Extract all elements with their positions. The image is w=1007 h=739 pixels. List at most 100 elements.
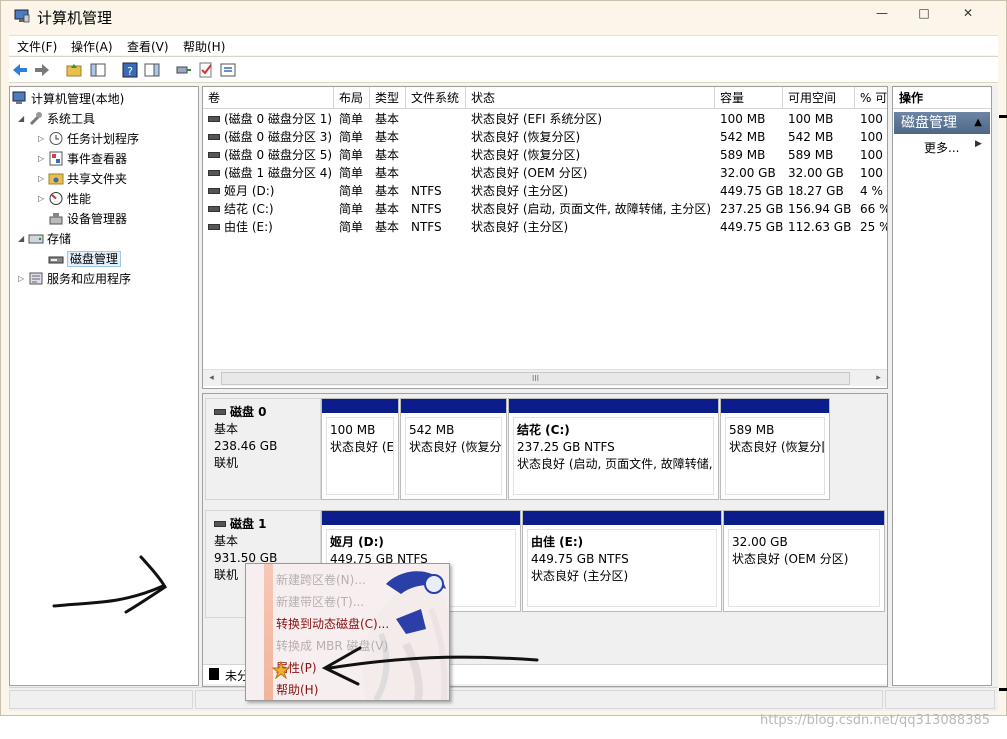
table-row[interactable]: 姬月 (D:) 简单 基本 NTFS 状态良好 (主分区) 449.75 GB … bbox=[203, 182, 887, 200]
collapse-arrow-icon[interactable]: ▷ bbox=[18, 270, 28, 288]
column-header-capacity[interactable]: 容量 bbox=[715, 87, 783, 109]
close-button[interactable]: ✕ bbox=[946, 3, 990, 25]
menu-new-striped-volume[interactable]: 新建带区卷(T)... bbox=[276, 593, 364, 610]
partition-block[interactable]: 结花 (C:) 237.25 GB NTFS 状态良好 (启动, 页面文件, 故… bbox=[508, 398, 719, 500]
partition-status: 状态良好 (主分区) bbox=[531, 569, 629, 583]
partition-bar bbox=[322, 399, 398, 413]
drive-icon bbox=[208, 134, 220, 140]
column-header-free-space[interactable]: 可用空间 bbox=[783, 87, 855, 109]
table-row[interactable]: (磁盘 0 磁盘分区 5) 简单 基本 状态良好 (恢复分区) 589 MB 5… bbox=[203, 146, 887, 164]
drive-icon bbox=[208, 188, 220, 194]
minimize-button[interactable]: — bbox=[860, 3, 904, 25]
tree-item-disk-management[interactable]: 磁盘管理 bbox=[48, 250, 122, 268]
filesystem-cell: NTFS bbox=[411, 220, 442, 234]
scroll-right-icon[interactable]: ▸ bbox=[870, 370, 887, 387]
capacity-cell: 32.00 GB bbox=[720, 166, 776, 180]
partition-name: 姬月 (D:) bbox=[330, 535, 384, 549]
partition-block[interactable]: 589 MB 状态良好 (恢复分[ bbox=[720, 398, 830, 500]
column-header-layout[interactable]: 布局 bbox=[334, 87, 370, 109]
collapse-arrow-icon[interactable]: ▷ bbox=[38, 170, 48, 188]
submenu-arrow-icon[interactable]: ▶ bbox=[975, 139, 982, 149]
type-cell: 基本 bbox=[375, 112, 400, 126]
expand-arrow-icon[interactable]: ◢ bbox=[18, 230, 28, 248]
up-folder-icon[interactable] bbox=[65, 61, 83, 79]
tree-item-services-apps[interactable]: ▷ 服务和应用程序 bbox=[18, 270, 131, 288]
tree-item-event-viewer[interactable]: ▷ 事件查看器 bbox=[38, 150, 127, 168]
table-row[interactable]: 结花 (C:) 简单 基本 NTFS 状态良好 (启动, 页面文件, 故障转储,… bbox=[203, 200, 887, 218]
scroll-left-icon[interactable]: ◂ bbox=[203, 370, 220, 387]
filesystem-cell: NTFS bbox=[411, 184, 442, 198]
title-bar[interactable]: 计算机管理 — □ ✕ bbox=[1, 1, 1006, 33]
help-icon[interactable]: ? bbox=[121, 61, 139, 79]
show-hide-tree-icon[interactable] bbox=[89, 61, 107, 79]
tree-item-shared-folders[interactable]: ▷ 共享文件夹 bbox=[38, 170, 127, 188]
partition-block[interactable]: 542 MB 状态良好 (恢复分 bbox=[400, 398, 507, 500]
expand-arrow-icon[interactable]: ◢ bbox=[18, 110, 28, 128]
menu-view[interactable]: 查看(V) bbox=[127, 38, 169, 55]
collapse-arrow-icon[interactable]: ▷ bbox=[38, 130, 48, 148]
table-row[interactable]: (磁盘 0 磁盘分区 3) 简单 基本 状态良好 (恢复分区) 542 MB 5… bbox=[203, 128, 887, 146]
percent-free-cell: 100 bbox=[860, 112, 883, 126]
column-header-type[interactable]: 类型 bbox=[370, 87, 406, 109]
computer-management-window: 计算机管理 — □ ✕ 文件(F) 操作(A) 查看(V) 帮助(H) ? 计算… bbox=[0, 0, 1007, 716]
partition-block[interactable]: 由佳 (E:) 449.75 GB NTFS 状态良好 (主分区) bbox=[522, 510, 722, 612]
column-header-filesystem[interactable]: 文件系统 bbox=[406, 87, 466, 109]
tree-item-device-manager[interactable]: 设备管理器 bbox=[48, 210, 127, 228]
table-row[interactable]: 由佳 (E:) 简单 基本 NTFS 状态良好 (主分区) 449.75 GB … bbox=[203, 218, 887, 236]
menu-action[interactable]: 操作(A) bbox=[71, 38, 113, 55]
list-view-icon[interactable] bbox=[219, 61, 237, 79]
filesystem-cell bbox=[406, 110, 466, 128]
drive-icon bbox=[208, 152, 220, 158]
horizontal-scrollbar[interactable]: ◂ III ▸ bbox=[203, 369, 887, 386]
tree-label: 服务和应用程序 bbox=[47, 272, 132, 286]
drive-icon bbox=[208, 224, 220, 230]
partition-bar bbox=[523, 511, 721, 525]
collapse-triangle-icon[interactable]: ▲ bbox=[974, 112, 982, 134]
free-space-cell: 100 MB bbox=[788, 112, 834, 126]
tree-item-system-tools[interactable]: ◢ 系统工具 bbox=[18, 110, 95, 128]
check-icon[interactable] bbox=[197, 61, 215, 79]
actions-section-disk-management[interactable]: 磁盘管理 ▲ bbox=[894, 112, 990, 134]
connect-icon[interactable] bbox=[175, 61, 193, 79]
menu-help[interactable]: 帮助(H) bbox=[183, 38, 225, 55]
volume-name-cell: (磁盘 0 磁盘分区 1) bbox=[203, 110, 334, 128]
maximize-button[interactable]: □ bbox=[902, 3, 946, 25]
disk-0-label[interactable]: 磁盘 0 基本 238.46 GB 联机 bbox=[205, 398, 321, 500]
partition-name: 结花 (C:) bbox=[517, 423, 570, 437]
tree-label: 性能 bbox=[67, 192, 92, 206]
forward-arrow-icon[interactable] bbox=[33, 61, 51, 79]
tree-item-task-scheduler[interactable]: ▷ 任务计划程序 bbox=[38, 130, 139, 148]
menu-convert-dynamic-disk[interactable]: 转换到动态磁盘(C)... bbox=[276, 615, 389, 632]
menu-new-spanned-volume[interactable]: 新建跨区卷(N)... bbox=[276, 571, 366, 588]
partition-block[interactable]: 32.00 GB 状态良好 (OEM 分区) bbox=[723, 510, 885, 612]
scroll-thumb[interactable]: III bbox=[221, 372, 850, 385]
collapse-arrow-icon[interactable]: ▷ bbox=[38, 190, 48, 208]
column-header-status[interactable]: 状态 bbox=[466, 87, 715, 109]
partition-block[interactable]: 100 MB 状态良好 (E bbox=[321, 398, 399, 500]
column-header-volume[interactable]: 卷 bbox=[203, 87, 334, 109]
collapse-arrow-icon[interactable]: ▷ bbox=[38, 150, 48, 168]
tree-label: 系统工具 bbox=[47, 112, 96, 126]
menu-convert-mbr-disk[interactable]: 转换成 MBR 磁盘(V) bbox=[276, 637, 388, 654]
free-space-cell: 112.63 GB bbox=[788, 220, 852, 234]
table-row[interactable]: (磁盘 1 磁盘分区 4) 简单 基本 状态良好 (OEM 分区) 32.00 … bbox=[203, 164, 887, 182]
type-cell: 基本 bbox=[375, 130, 400, 144]
status-cell: 状态良好 (主分区) bbox=[471, 220, 569, 234]
back-arrow-icon[interactable] bbox=[11, 61, 29, 79]
status-cell: 状态良好 (主分区) bbox=[471, 184, 569, 198]
column-header-percent-free[interactable]: % 可 bbox=[855, 87, 887, 109]
window-title: 计算机管理 bbox=[37, 9, 113, 27]
type-cell: 基本 bbox=[375, 184, 400, 198]
volume-name-cell: 由佳 (E:) bbox=[203, 218, 334, 236]
tree-item-root[interactable]: 计算机管理(本地) bbox=[12, 90, 124, 108]
tree-item-performance[interactable]: ▷ 性能 bbox=[38, 190, 91, 208]
tree-label: 磁盘管理 bbox=[67, 251, 122, 267]
menu-file[interactable]: 文件(F) bbox=[17, 38, 57, 55]
actions-more[interactable]: 更多... bbox=[924, 139, 959, 156]
table-row[interactable]: (磁盘 0 磁盘分区 1) 简单 基本 状态良好 (EFI 系统分区) 100 … bbox=[203, 110, 887, 128]
capacity-cell: 449.75 GB bbox=[720, 184, 783, 198]
shared-folder-icon bbox=[48, 173, 64, 185]
tree-item-storage[interactable]: ◢ 存储 bbox=[18, 230, 71, 248]
menu-help[interactable]: 帮助(H) bbox=[276, 681, 318, 698]
properties-pane-icon[interactable] bbox=[143, 61, 161, 79]
